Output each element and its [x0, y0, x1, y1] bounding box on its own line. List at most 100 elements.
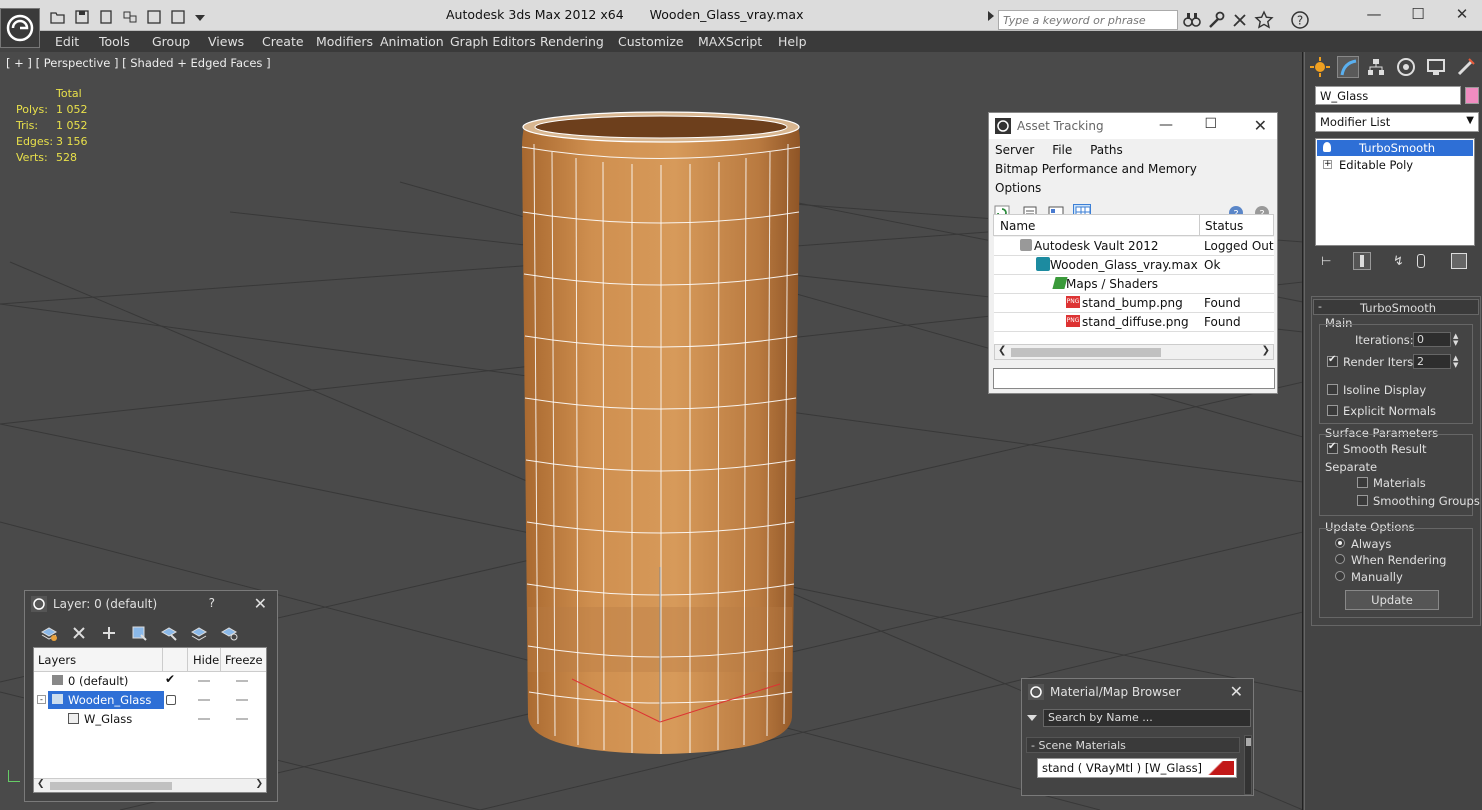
- layer-manager-titlebar[interactable]: Layer: 0 (default) ? ✕: [25, 591, 277, 617]
- freeze-toggle[interactable]: [236, 680, 248, 682]
- show-end-result-icon[interactable]: [1353, 252, 1371, 270]
- menu-paths[interactable]: Paths: [1090, 143, 1123, 157]
- menu-group[interactable]: Group: [152, 34, 190, 49]
- menu-tools[interactable]: Tools: [99, 34, 130, 49]
- modifier-list-dropdown[interactable]: Modifier List ▼: [1315, 112, 1479, 132]
- close-button[interactable]: ✕: [1452, 5, 1472, 23]
- favorites-star-icon[interactable]: [1254, 10, 1274, 30]
- menu-views[interactable]: Views: [208, 34, 244, 49]
- make-unique-icon[interactable]: ↯: [1393, 254, 1404, 269]
- motion-tab-icon[interactable]: [1395, 56, 1417, 78]
- column-status-header[interactable]: Status: [1205, 219, 1243, 233]
- scroll-right-icon[interactable]: ❯: [255, 779, 263, 789]
- maximize-button[interactable]: ☐: [1204, 116, 1217, 132]
- menu-animation[interactable]: Animation: [380, 34, 444, 49]
- display-tab-icon[interactable]: [1425, 56, 1447, 78]
- menu-modifiers[interactable]: Modifiers: [316, 34, 373, 49]
- pin-stack-icon[interactable]: ⊢: [1321, 254, 1333, 268]
- scroll-thumb[interactable]: [1011, 348, 1161, 357]
- current-layer-check-icon[interactable]: ✔: [165, 672, 175, 686]
- freeze-toggle[interactable]: [236, 718, 248, 720]
- hide-toggle[interactable]: [198, 680, 210, 682]
- layer-row[interactable]: - Wooden_Glass: [34, 691, 266, 709]
- stack-item-editable-poly[interactable]: + Editable Poly: [1317, 157, 1473, 173]
- menu-graph-editors[interactable]: Graph Editors: [450, 34, 536, 49]
- freeze-all-layers-icon[interactable]: [219, 623, 239, 643]
- search-input[interactable]: Type a keyword or phrase: [998, 10, 1178, 30]
- help-icon[interactable]: ?: [1290, 10, 1310, 30]
- create-tab-icon[interactable]: [1309, 56, 1331, 78]
- menu-maxscript[interactable]: MAXScript: [698, 34, 762, 49]
- object-color-swatch[interactable]: [1465, 87, 1479, 104]
- column-freeze-header[interactable]: Freeze: [225, 653, 263, 667]
- quick-access-dropdown-icon[interactable]: [192, 9, 208, 25]
- help-button[interactable]: ?: [209, 596, 215, 610]
- menu-server[interactable]: Server: [995, 143, 1034, 157]
- column-layers-header[interactable]: Layers: [38, 653, 76, 667]
- expand-toggle[interactable]: +: [1323, 160, 1332, 169]
- hide-toggle[interactable]: [198, 718, 210, 720]
- stack-item-turbosmooth[interactable]: TurboSmooth: [1317, 140, 1473, 156]
- table-row[interactable]: Autodesk Vault 2012 Logged Out ...: [994, 237, 1274, 256]
- material-browser-titlebar[interactable]: Material/Map Browser ✕: [1022, 679, 1253, 705]
- set-current-box[interactable]: [166, 695, 176, 705]
- layer-row[interactable]: 0 (default) ✔: [34, 672, 266, 690]
- menu-options[interactable]: Options: [995, 181, 1041, 195]
- add-to-layer-icon[interactable]: [99, 623, 119, 643]
- vertical-scrollbar[interactable]: [1244, 735, 1252, 795]
- utilities-tab-icon[interactable]: [1455, 56, 1477, 78]
- menu-bitmap-performance[interactable]: Bitmap Performance and Memory: [995, 162, 1197, 176]
- collapse-toggle[interactable]: -: [37, 695, 46, 704]
- asset-path-field[interactable]: [993, 368, 1275, 389]
- maximize-button[interactable]: ☐: [1408, 5, 1428, 23]
- menu-create[interactable]: Create: [262, 34, 304, 49]
- undo-icon[interactable]: [146, 9, 162, 25]
- close-button[interactable]: ✕: [1230, 682, 1243, 701]
- table-row[interactable]: Maps / Shaders: [994, 275, 1274, 294]
- hide-all-layers-icon[interactable]: [189, 623, 209, 643]
- scroll-thumb[interactable]: [50, 782, 172, 790]
- close-button[interactable]: ✕: [254, 594, 267, 613]
- hide-toggle[interactable]: [198, 699, 210, 701]
- scroll-right-icon[interactable]: ❯: [1262, 345, 1270, 356]
- horizontal-scrollbar[interactable]: ❮ ❯: [994, 344, 1274, 360]
- select-in-layer-icon[interactable]: [129, 623, 149, 643]
- table-row[interactable]: PNG stand_bump.png Found: [994, 294, 1274, 313]
- subscription-icon[interactable]: [1230, 10, 1250, 30]
- binoculars-icon[interactable]: [1182, 10, 1202, 30]
- freeze-toggle[interactable]: [236, 699, 248, 701]
- material-item[interactable]: stand ( VRayMtl ) [W_Glass]: [1037, 758, 1237, 778]
- minimize-button[interactable]: —: [1159, 117, 1173, 133]
- horizontal-scrollbar[interactable]: ❮ ❯: [34, 778, 266, 792]
- delete-layer-icon[interactable]: [69, 623, 89, 643]
- menu-customize[interactable]: Customize: [618, 34, 684, 49]
- object-name-field[interactable]: W_Glass: [1315, 86, 1461, 105]
- modify-tab-icon[interactable]: [1337, 56, 1359, 78]
- viewport-label[interactable]: [ + ] [ Perspective ] [ Shaded + Edged F…: [6, 56, 271, 70]
- create-layer-icon[interactable]: [39, 623, 59, 643]
- scroll-left-icon[interactable]: ❮: [37, 779, 45, 789]
- asset-tracking-titlebar[interactable]: Asset Tracking — ☐ ✕: [989, 113, 1277, 139]
- table-row[interactable]: Wooden_Glass_vray.max Ok: [994, 256, 1274, 275]
- highlight-layer-icon[interactable]: [159, 623, 179, 643]
- project-folder-icon[interactable]: [122, 9, 138, 25]
- configure-modifier-sets-icon[interactable]: [1451, 253, 1467, 269]
- minimize-button[interactable]: —: [1364, 5, 1384, 23]
- menu-rendering[interactable]: Rendering: [540, 34, 604, 49]
- scroll-left-icon[interactable]: ❮: [998, 345, 1006, 356]
- wrench-icon[interactable]: [1206, 10, 1226, 30]
- column-name-header[interactable]: Name: [1000, 219, 1035, 233]
- close-button[interactable]: ✕: [1254, 116, 1267, 135]
- redo-icon[interactable]: [170, 9, 186, 25]
- app-logo-icon[interactable]: [0, 8, 40, 48]
- menu-file[interactable]: File: [1052, 143, 1072, 157]
- lightbulb-icon[interactable]: [1323, 142, 1331, 152]
- scene-materials-header[interactable]: - Scene Materials: [1026, 737, 1240, 753]
- material-search-input[interactable]: Search by Name ...: [1043, 709, 1251, 727]
- column-hide-header[interactable]: Hide: [193, 653, 219, 667]
- table-row[interactable]: PNG stand_diffuse.png Found: [994, 313, 1274, 332]
- new-scene-icon[interactable]: [98, 9, 114, 25]
- scroll-thumb[interactable]: [1246, 738, 1251, 746]
- menu-help[interactable]: Help: [778, 34, 807, 49]
- browser-options-icon[interactable]: [1027, 715, 1037, 721]
